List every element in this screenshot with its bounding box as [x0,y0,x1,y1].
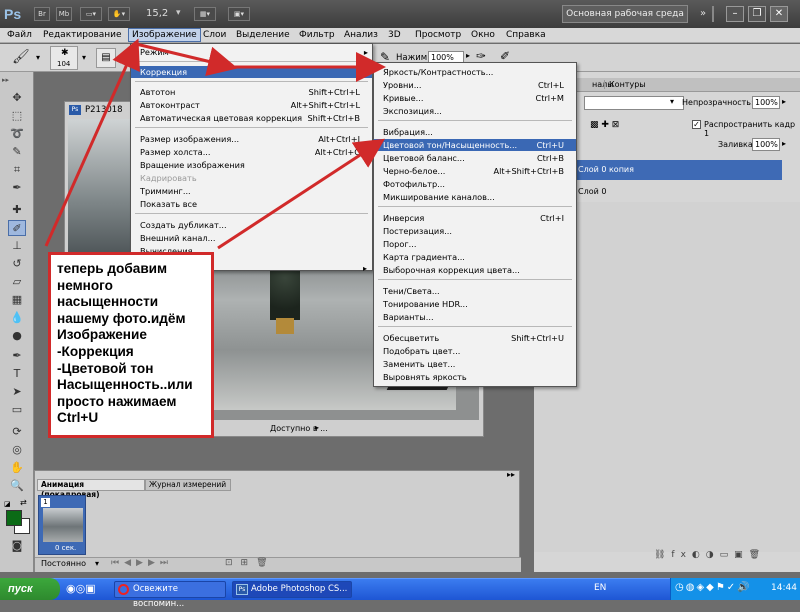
system-tray: ◷◍◈◆⚑✓🔊 14:44 [670,578,800,600]
start-button[interactable]: пуск [0,578,60,600]
tray-icons[interactable]: ◷◍◈◆⚑✓🔊 [675,582,752,593]
opera-icon [118,584,129,595]
task-opera[interactable]: Освежите воспомин... [114,581,226,609]
clock: 14:44 [771,583,797,593]
language-indicator[interactable]: EN [594,583,606,593]
photoshop-icon: Ps [236,584,248,595]
quick-launch-icons[interactable]: ◉◎▣ [66,582,96,595]
arrow-to-hue-saturation [217,138,386,250]
annotation-note: теперь добавим немного насыщенности наше… [48,252,214,438]
arrow-to-correction [135,42,238,76]
arrow-to-image-menu [44,38,140,247]
task-label: Освежите воспомин... [133,584,185,609]
task-label: Adobe Photoshop CS... [251,584,348,594]
task-photoshop[interactable]: Ps Adobe Photoshop CS... [232,581,352,598]
